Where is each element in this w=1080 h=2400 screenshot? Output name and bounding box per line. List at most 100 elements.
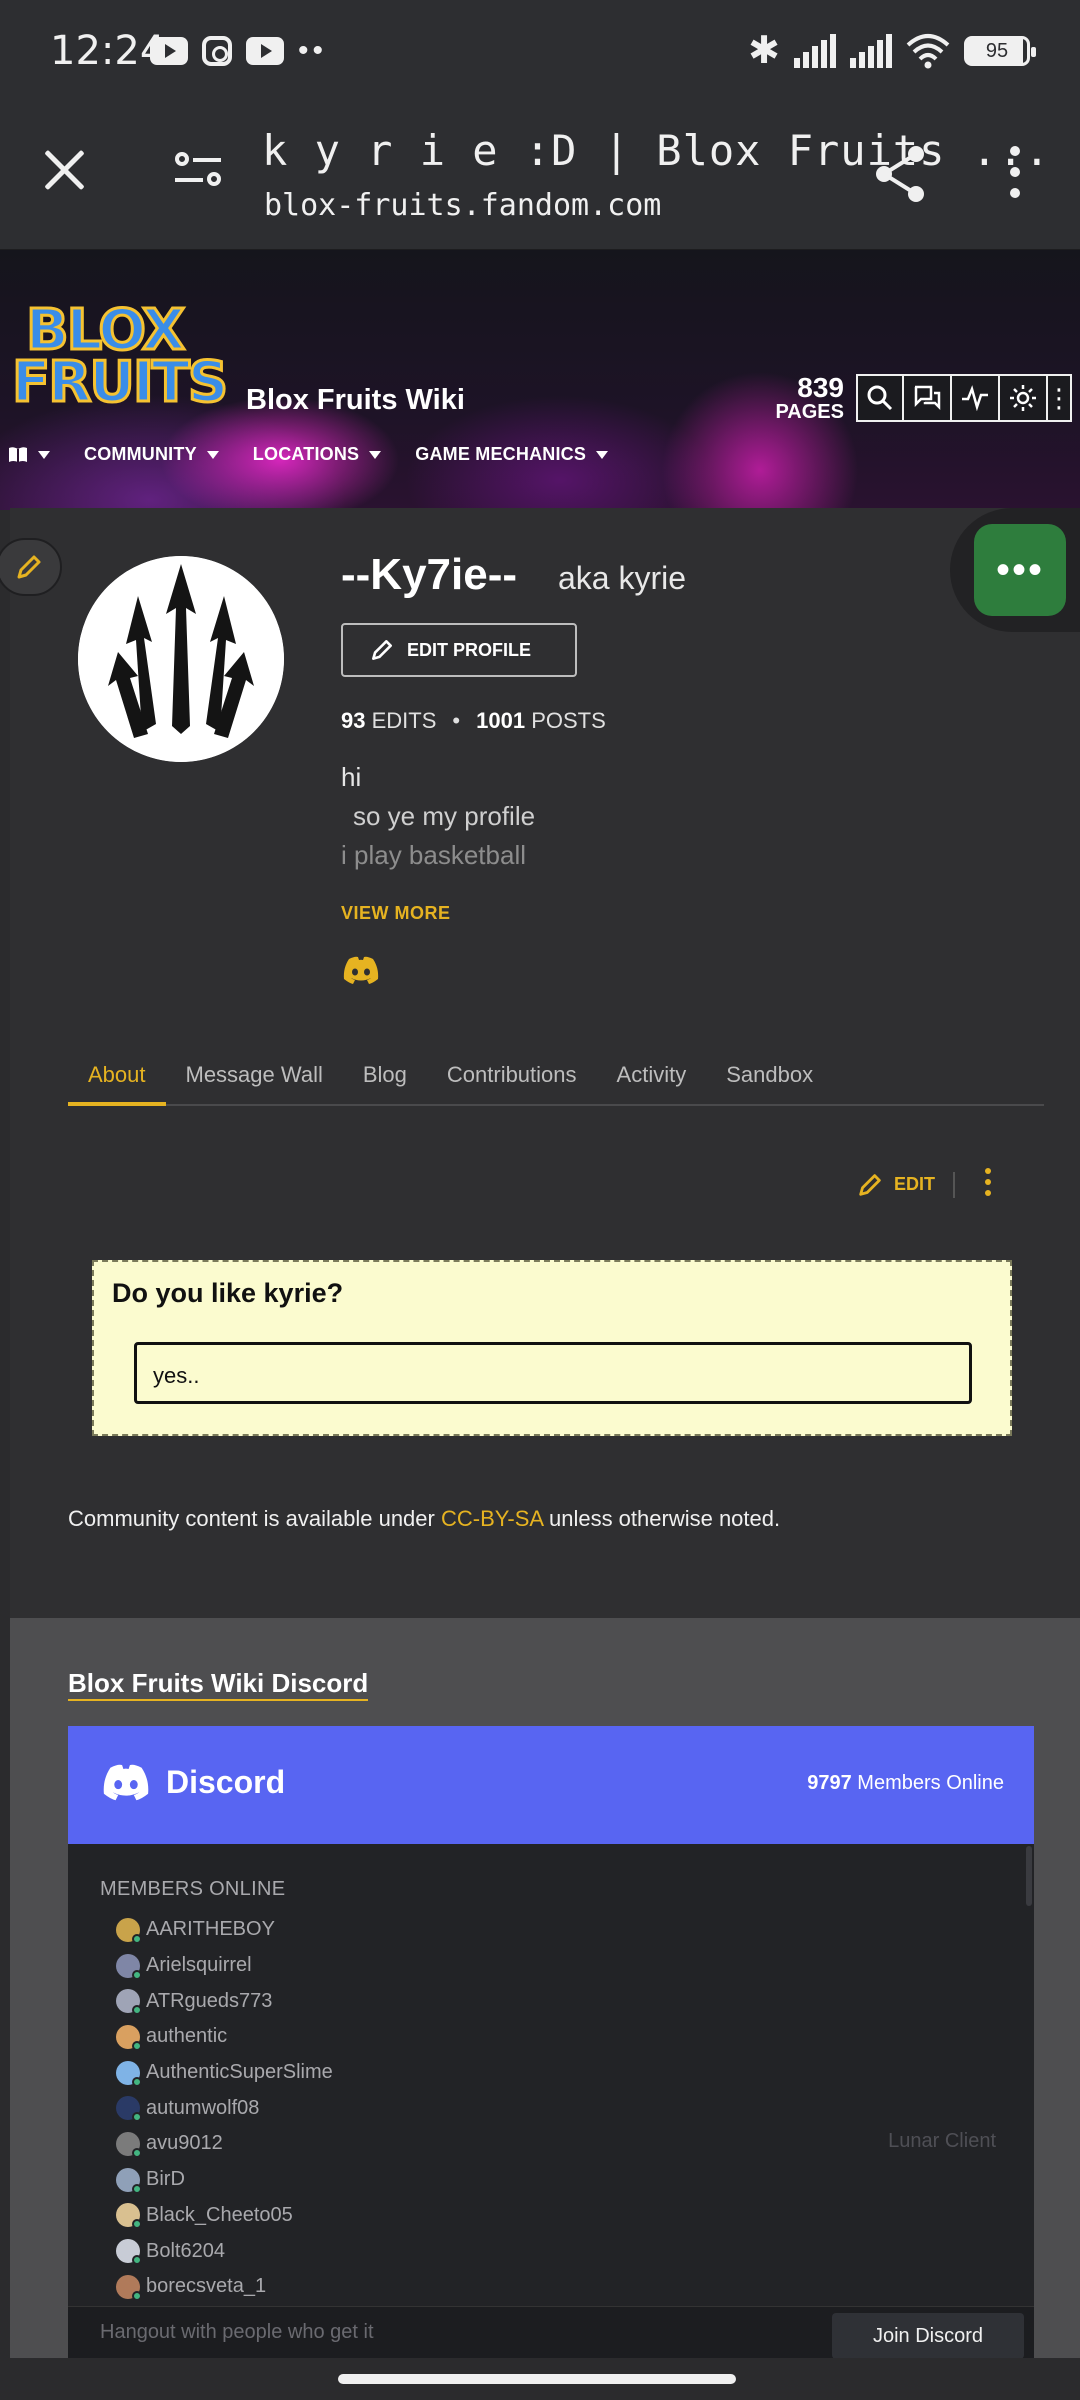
avatar [116,2239,142,2266]
discord-icon[interactable] [341,955,381,985]
list-item[interactable]: avu9012 [116,2126,333,2162]
more-dots-icon: •• [298,34,328,67]
tab-about[interactable]: About [68,1048,166,1106]
discord-widget: Discord 9797 Members Online MEMBERS ONLI… [68,1726,1034,2358]
wiki-name[interactable]: Blox Fruits Wiki [246,384,465,417]
discord-section: Blox Fruits Wiki Discord Discord 9797 Me… [10,1618,1080,2358]
list-item[interactable]: Bolt6204 [116,2233,333,2269]
list-item[interactable]: AuthenticSuperSlime [116,2055,333,2091]
license-text: Community content is available under CC-… [68,1506,781,1531]
chevron-down-icon [369,450,382,459]
license-link[interactable]: CC-BY-SA [441,1506,543,1531]
list-item[interactable]: autumwolf08 [116,2090,333,2126]
chevron-down-icon [206,450,219,459]
edit-button[interactable]: EDIT [856,1171,935,1199]
member-name: ATRgueds773 [146,1989,273,2012]
edit-pencil-button[interactable] [0,538,62,596]
members-online-label: MEMBERS ONLINE [100,1878,286,1900]
discord-online-count: 9797 Members Online [807,1772,1004,1794]
close-icon[interactable] [40,144,90,194]
online-status-icon [132,2183,142,2194]
member-name: borecsveta_1 [146,2275,267,2298]
list-item[interactable]: AARITHEBOY [116,1912,333,1948]
nav-explore[interactable] [8,446,50,464]
discord-logo[interactable]: Discord [100,1762,285,1802]
online-status-icon [132,2112,142,2123]
nav-game-mechanics[interactable]: GAME MECHANICS [415,444,609,465]
nav-community[interactable]: COMMUNITY [84,444,219,465]
online-status-icon [132,2290,142,2301]
join-discord-button[interactable]: Join Discord [832,2313,1024,2358]
battery-level: 95 [985,39,1009,62]
page-url[interactable]: blox-fruits.fandom.com [264,188,661,223]
posts-stat[interactable]: 1001 POSTS [476,708,606,734]
online-status-icon [132,2076,142,2087]
scrollbar[interactable] [1026,1846,1032,1906]
system-icons: ✱ 95 [748,28,1036,73]
nav-locations[interactable]: LOCATIONS [253,444,382,465]
stats-separator: • [452,708,461,733]
list-item[interactable]: borecsveta_1 [116,2269,333,2305]
youtube-icon [246,37,284,65]
avatar [116,2203,142,2230]
member-name: avu9012 [146,2132,223,2155]
wiki-logo[interactable]: BLOX FRUITS [10,297,229,423]
tab-message-wall[interactable]: Message Wall [166,1048,343,1106]
chevron-down-icon [596,450,609,459]
avatar [116,2274,142,2301]
online-status-icon [132,1933,142,1944]
online-status-icon [132,2040,142,2051]
pencil-icon [859,1173,881,1196]
online-status-icon [132,2147,142,2158]
more-vert-icon[interactable]: ⋮ [1046,374,1072,422]
pages-counter: 839 PAGES [775,372,844,423]
theme-toggle-icon[interactable] [1000,374,1048,422]
poll-answer[interactable]: yes.. [134,1342,972,1404]
member-name: Black_Cheeto05 [146,2203,293,2226]
list-item[interactable]: authentic [116,2019,333,2055]
chat-more-button[interactable]: ••• [974,524,1066,616]
tab-sandbox[interactable]: Sandbox [706,1048,833,1106]
view-more-link[interactable]: VIEW MORE [341,903,451,924]
page-title[interactable]: k y r i e :D | Blox Fruits ... [262,126,1051,175]
avatar [116,2096,142,2123]
poll-box: Do you like kyrie? yes.. [92,1260,1012,1436]
youtube-icon [150,37,188,65]
site-settings-icon[interactable] [175,150,221,190]
edit-profile-button[interactable]: EDIT PROFILE [341,623,577,677]
list-item[interactable]: Black_Cheeto05 [116,2198,333,2234]
tab-contributions[interactable]: Contributions [427,1048,597,1106]
wifi-icon [906,33,950,68]
tab-activity[interactable]: Activity [597,1048,707,1106]
avatar [78,556,284,762]
wiki-nav: COMMUNITY LOCATIONS GAME MECHANICS [8,444,609,465]
member-name: autumwolf08 [146,2096,260,2119]
tab-blog[interactable]: Blog [343,1048,427,1106]
member-name: AuthenticSuperSlime [146,2061,333,2084]
profile-tabs: About Message Wall Blog Contributions Ac… [68,1048,1044,1106]
browser-toolbar: k y r i e :D | Blox Fruits ... blox-frui… [0,100,1080,250]
home-gesture-handle[interactable] [338,2374,736,2384]
edits-stat[interactable]: 93 EDITS [341,708,436,734]
more-vert-icon[interactable] [1010,146,1022,200]
list-item[interactable]: BirD [116,2162,333,2198]
discussions-icon[interactable] [904,374,952,422]
book-icon [9,446,27,462]
activity-icon[interactable] [952,374,1000,422]
profile-aka: aka kyrie [558,560,687,596]
more-vert-icon[interactable] [973,1168,992,1201]
status-bar: 12:24 •• ✱ 95 [0,0,1080,100]
discord-widget-header: Discord 9797 Members Online [68,1726,1034,1844]
chevron-down-icon [38,450,50,459]
share-icon[interactable] [872,144,928,204]
search-icon[interactable] [856,374,904,422]
divider [953,1171,956,1198]
system-nav-bar [0,2358,1080,2400]
profile-stats: 93 EDITS • 1001 POSTS [341,708,606,734]
chat-float-container: ••• [950,508,1080,632]
discord-section-title: Blox Fruits Wiki Discord [68,1668,369,1701]
avatar [116,1917,142,1944]
list-item[interactable]: ATRgueds773 [116,1983,333,2019]
list-item[interactable]: Arielsquirrel [116,1948,333,1984]
online-status-icon [132,2005,142,2016]
